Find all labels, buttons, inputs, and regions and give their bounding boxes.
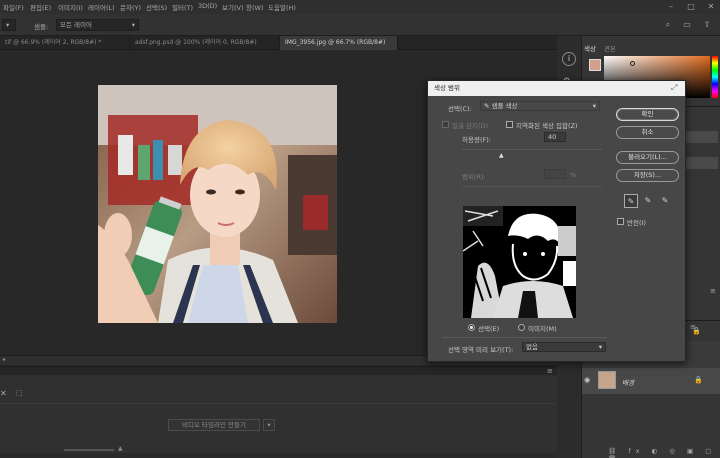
- timeline-panel: ≡ ✕ ⬚ 비디오 타임라인 만들기 ▾ ▲: [0, 366, 557, 458]
- fuzziness-field[interactable]: 40: [544, 132, 566, 142]
- fuzziness-label: 허용량(F):: [462, 136, 491, 144]
- scroll-left-icon[interactable]: ◂: [2, 356, 5, 363]
- info-icon[interactable]: i: [562, 52, 576, 66]
- layer-thumbnail: [598, 371, 616, 389]
- render-icon[interactable]: ⬚: [16, 389, 23, 397]
- menu-3d[interactable]: 3D(D): [198, 2, 217, 10]
- eye-icon[interactable]: ◉: [584, 376, 590, 384]
- image-radio-label: 이미지(M): [528, 325, 557, 333]
- range-field[interactable]: [544, 169, 566, 179]
- chevron-down-icon: ▾: [592, 102, 596, 110]
- timeline-dropdown-icon[interactable]: ▾: [263, 419, 275, 431]
- layer-name[interactable]: 배경: [622, 377, 634, 387]
- preview-dropdown[interactable]: 없음 ▾: [522, 342, 606, 352]
- selection-preview[interactable]: [463, 206, 576, 318]
- select-dropdown[interactable]: ✎ 샘플 색상 ▾: [480, 101, 600, 111]
- fuzziness-slider-thumb[interactable]: ▲: [499, 152, 504, 159]
- menu-bar: 파일(F) 편집(E) 이미지(I) 레이어(L) 문자(Y) 선택(S) 필터…: [0, 0, 720, 14]
- create-video-timeline-button[interactable]: 비디오 타임라인 만들기: [168, 419, 260, 431]
- document-tabs: tif @ 66.9% (레이어 2, RGB/8#) * adsf.png.p…: [0, 36, 557, 50]
- dialog-title: 색상 범위: [428, 81, 685, 96]
- dialog-close-icon[interactable]: ⤢: [671, 83, 677, 93]
- fuzziness-slider-track[interactable]: [462, 149, 602, 150]
- preview-value: 없음: [526, 343, 538, 351]
- selection-radio-label: 선택(E): [478, 325, 500, 333]
- range-unit: %: [570, 171, 577, 179]
- sample-dropdown[interactable]: 모든 레이어 ▾: [56, 19, 139, 31]
- timeline-footer: [0, 453, 557, 458]
- range-label: 범위(R):: [462, 173, 486, 181]
- timeline-header: [0, 367, 557, 375]
- hue-slider[interactable]: [712, 56, 718, 98]
- panel-menu-icon[interactable]: ≡: [710, 287, 716, 295]
- menu-filter[interactable]: 필터(T): [172, 2, 193, 12]
- selection-radio[interactable]: [468, 324, 475, 331]
- menu-layer[interactable]: 레이어(L): [88, 2, 115, 12]
- options-bar: ▾ 샘플: 모든 레이어 ▾ ⌕ ▭ ⇧: [0, 14, 720, 36]
- search-icon[interactable]: ⌕: [661, 18, 675, 32]
- zoom-icon[interactable]: ▲: [118, 445, 123, 452]
- document-photo[interactable]: [98, 85, 337, 323]
- load-button[interactable]: 불러오기(L)...: [616, 151, 679, 164]
- tool-preset-dropdown[interactable]: ▾: [2, 19, 16, 31]
- localized-label: 지역화된 색상 집합(Z): [516, 122, 578, 130]
- maximize-icon[interactable]: □: [684, 0, 698, 14]
- photo-image: [98, 85, 337, 323]
- foreground-color-swatch[interactable]: [589, 59, 601, 71]
- color-picker-cursor[interactable]: [630, 61, 635, 66]
- sample-label: 샘플:: [34, 23, 49, 31]
- workspace-icon[interactable]: ▭: [680, 18, 694, 32]
- invert-label: 반전(I): [627, 219, 646, 227]
- preview-mask-image: [463, 206, 576, 318]
- layer-lock-icon: 🔒: [694, 376, 703, 384]
- menu-select[interactable]: 선택(S): [146, 2, 167, 12]
- zoom-slider[interactable]: [64, 449, 114, 451]
- chevron-down-icon: ▾: [131, 21, 135, 29]
- lock-icon[interactable]: 🔒: [692, 327, 701, 335]
- range-slider-track[interactable]: [462, 186, 602, 187]
- tab-color[interactable]: 색상: [584, 43, 596, 53]
- detect-faces-checkbox[interactable]: [442, 121, 449, 128]
- tab-document-1[interactable]: tif @ 66.9% (레이어 2, RGB/8#) *: [0, 36, 130, 50]
- close-timeline-icon[interactable]: ✕: [0, 389, 7, 398]
- minimize-icon[interactable]: –: [664, 0, 678, 14]
- ok-button[interactable]: 확인: [616, 108, 679, 121]
- menu-file[interactable]: 파일(F): [3, 2, 24, 12]
- localized-checkbox[interactable]: [506, 121, 513, 128]
- eyedropper-icon[interactable]: ✎: [624, 194, 638, 208]
- chevron-down-icon: ▾: [598, 343, 602, 351]
- preview-label: 선택 영역 미리 보기(T):: [448, 346, 514, 354]
- cancel-button[interactable]: 취소: [616, 126, 679, 139]
- menu-type[interactable]: 문자(Y): [120, 2, 141, 12]
- menu-help[interactable]: 도움말(H): [268, 2, 296, 12]
- dialog-divider: [442, 337, 607, 338]
- close-icon[interactable]: ✕: [704, 0, 718, 14]
- panel-highlight-2: [685, 157, 718, 169]
- select-value: 샘플 색상: [491, 102, 518, 110]
- tab-document-2[interactable]: adsf.png.psd @ 100% (레이어 0, RGB/8#): [130, 36, 280, 50]
- menu-window[interactable]: 창(W): [246, 2, 263, 12]
- share-icon[interactable]: ⇧: [700, 18, 714, 32]
- eyedropper-minus-icon[interactable]: ✎: [658, 194, 672, 208]
- detect-faces-label: 얼굴 감지(D): [452, 122, 489, 130]
- invert-checkbox[interactable]: [617, 218, 624, 225]
- eyedropper-plus-icon[interactable]: ✎: [641, 194, 655, 208]
- layer-row[interactable]: ◉ 배경 🔒: [582, 368, 720, 394]
- image-radio[interactable]: [518, 324, 525, 331]
- layers-footer-icons[interactable]: ⛓ fx ◐ ◎ ▣ ▢ 🗑: [608, 447, 720, 458]
- panel-menu-icon[interactable]: ≡: [547, 367, 553, 375]
- timeline-divider: [0, 403, 557, 404]
- menu-edit[interactable]: 편집(E): [30, 2, 51, 12]
- menu-view[interactable]: 보기(V): [222, 2, 243, 12]
- tab-swatches[interactable]: 견본: [604, 43, 616, 53]
- menu-image[interactable]: 이미지(I): [58, 2, 83, 12]
- eyedropper-icon: ✎: [484, 102, 490, 110]
- save-button[interactable]: 저장(S)...: [616, 169, 679, 182]
- tab-document-3[interactable]: IMG_3956.jpg @ 66.7% (RGB/8#): [280, 36, 398, 50]
- sample-value: 모든 레이어: [60, 21, 92, 29]
- panel-highlight: [685, 131, 718, 143]
- select-label: 선택(C):: [448, 105, 472, 113]
- color-range-dialog: 색상 범위 ⤢ 선택(C): ✎ 샘플 색상 ▾ 얼굴 감지(D) 지역화된 색…: [427, 80, 686, 362]
